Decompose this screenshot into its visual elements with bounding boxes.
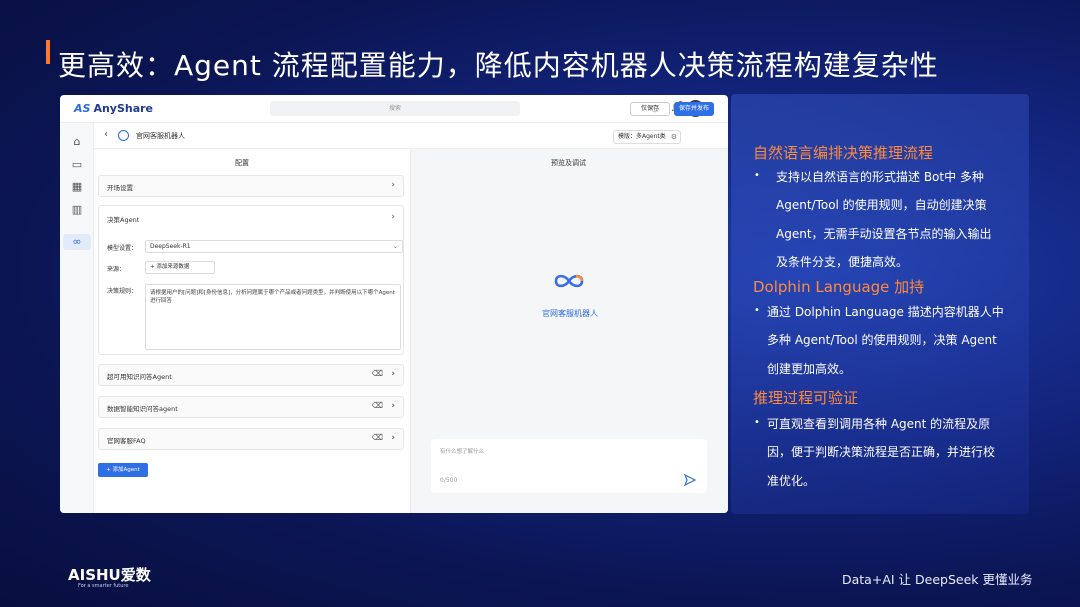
folder-icon[interactable]: ▭: [68, 158, 86, 172]
decision-agent-panel: 决策Agent › 模型设置： DeepSeek-R1 ⌄ 来源： + 添加来源数…: [98, 205, 404, 355]
chevron-right-icon: ›: [391, 401, 395, 411]
agent-row[interactable]: 官网客服FAQ ⌫ ›: [98, 428, 404, 450]
chat-input[interactable]: 有什么想了解什么 0/500: [431, 439, 707, 493]
section-1-line: Agent，无需手动设置各节点的输入输出: [776, 227, 992, 241]
bullet: •: [754, 305, 760, 316]
mode-label: 模版：多Agent类: [618, 133, 666, 140]
section-3-line: 可直观查看到调用各种 Agent 的流程及原: [767, 417, 991, 431]
chat-placeholder: 有什么想了解什么: [440, 449, 485, 455]
chevron-right-icon: ›: [391, 180, 395, 190]
agent-row-label: 官网客服FAQ: [107, 437, 146, 445]
preview-title: 预览及调试: [551, 159, 586, 167]
bot-name: 官网客服机器人: [136, 132, 185, 140]
back-icon[interactable]: ‹: [104, 129, 108, 140]
add-agent-button[interactable]: + 添加Agent: [98, 463, 148, 477]
trash-icon[interactable]: ⌫: [372, 433, 383, 442]
home-icon[interactable]: ⌂: [68, 135, 86, 149]
title-accent-bar: [46, 40, 50, 64]
model-select[interactable]: DeepSeek-R1 ⌄: [145, 240, 403, 253]
aishu-logo: AISHU爱数: [68, 566, 151, 584]
opening-settings-label: 开场设置: [107, 184, 133, 192]
bot-icon[interactable]: ∞: [68, 235, 86, 249]
add-source-button[interactable]: + 添加来源数据: [145, 261, 215, 274]
section-2-line: 创建更加高效。: [767, 362, 852, 376]
section-3-line: 准优化。: [767, 474, 816, 488]
top-bar: ASAnyShare 搜索 ◌ ♫: [60, 95, 728, 123]
footer-tagline: Data+AI 让 DeepSeek 更懂业务: [842, 572, 1033, 587]
anyshare-logo[interactable]: AS AnyShare: [74, 102, 153, 115]
section-2-line: 通过 Dolphin Language 描述内容机器人中: [767, 305, 1004, 319]
agent-row[interactable]: 数据智能知识问答agent ⌫ ›: [98, 396, 404, 418]
rule-label: 决策规则：: [107, 288, 138, 295]
section-title-1: 自然语言编排决策推理流程: [753, 144, 934, 162]
source-label: 来源：: [107, 266, 126, 273]
config-title: 配置: [235, 159, 249, 167]
model-label: 模型设置：: [107, 245, 138, 252]
logo-text: AnyShare: [93, 102, 154, 115]
chevron-right-icon: ›: [391, 433, 395, 443]
section-1-line: 支持以自然语言的形式描述 Bot中 多种: [776, 170, 984, 184]
chevron-down-icon: ⌄: [392, 243, 398, 250]
bot-avatar: [118, 130, 129, 141]
agent-row-label: 数据智能知识问答agent: [107, 405, 178, 413]
save-publish-button[interactable]: 保存并发布: [674, 102, 714, 116]
bot-header: ‹ 官网客服机器人 模版：多Agent类 ⚙: [94, 123, 728, 149]
chevron-right-icon: ›: [391, 369, 395, 379]
opening-settings-row[interactable]: 开场设置 ›: [98, 175, 404, 197]
mode-select[interactable]: 模版：多Agent类 ⚙: [613, 130, 681, 144]
config-pane: 配置 开场设置 › 决策Agent › 模型设置： DeepSeek-R1 ⌄ 来…: [94, 149, 410, 513]
rule-textarea[interactable]: 请根据用户的[问题]和[身份信息]，分析问题属于哪个产品或者问题类型，并判断使用…: [145, 284, 401, 350]
section-1-line: Agent/Tool 的使用规则，自动创建决策: [776, 198, 987, 212]
settings-icon[interactable]: ⚙: [671, 131, 677, 143]
save-button[interactable]: 仅保存: [630, 102, 670, 116]
logo-mark-icon: AS: [74, 102, 91, 115]
chevron-right-icon[interactable]: ›: [391, 212, 395, 222]
preview-pane: 预览及调试 官网客服机器人 有什么想了解什么 0/500: [410, 149, 728, 513]
trash-icon[interactable]: ⌫: [372, 401, 383, 410]
send-icon[interactable]: [683, 473, 697, 487]
section-2-line: 多种 Agent/Tool 的使用规则，决策 Agent: [767, 333, 997, 347]
agent-row-label: 超可用知识问答Agent: [107, 373, 172, 381]
bullet: •: [754, 170, 760, 181]
char-count: 0/500: [440, 477, 458, 484]
section-title-3: 推理过程可验证: [753, 389, 859, 407]
left-sidebar: ⌂ ▭ ▦ ▥ ∞: [60, 123, 94, 513]
decision-agent-label: 决策Agent: [107, 216, 140, 224]
brand-slogan: For a smarter future: [78, 583, 129, 589]
bullet: •: [754, 417, 760, 428]
app-window: ASAnyShare 搜索 ◌ ♫ ⌂ ▭ ▦ ▥ ∞ ‹ 官网客服机器人 模版…: [60, 95, 728, 513]
book-icon[interactable]: ▥: [68, 203, 86, 217]
section-title-2: Dolphin Language 加持: [753, 278, 925, 296]
search-input[interactable]: 搜索: [270, 101, 520, 116]
agent-row[interactable]: 超可用知识问答Agent ⌫ ›: [98, 364, 404, 386]
section-3-line: 因，便于判断决策流程是否正确，并进行校: [767, 445, 996, 459]
section-1-line: 及条件分支，便捷高效。: [776, 255, 909, 269]
slide-title: 更高效：Agent 流程配置能力，降低内容机器人决策流程构建复杂性: [58, 49, 939, 82]
preview-bot-name: 官网客服机器人: [542, 309, 598, 318]
trash-icon[interactable]: ⌫: [372, 369, 383, 378]
model-value: DeepSeek-R1: [150, 243, 191, 250]
apps-icon[interactable]: ▦: [68, 180, 86, 194]
infinity-logo-icon: [554, 274, 584, 288]
